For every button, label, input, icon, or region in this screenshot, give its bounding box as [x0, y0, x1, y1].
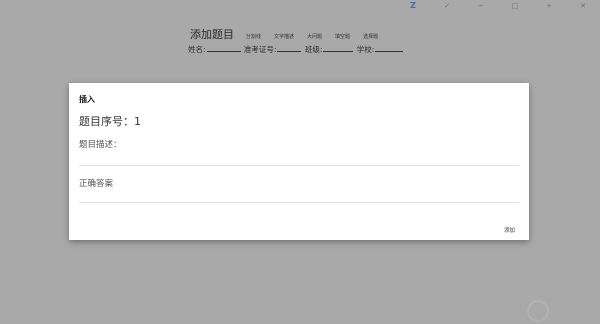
exam-header: 添加题目 分割线 文字描述 大问题 填空题 选择题: [190, 26, 391, 42]
check-icon[interactable]: ✓: [430, 0, 464, 12]
toolbar-big-question-button[interactable]: 大问题: [307, 33, 322, 40]
school-blank: [375, 44, 404, 52]
insert-question-dialog: 插入 题目序号：1 题目描述： 正确答案 添加: [69, 83, 529, 240]
exam-student-fields: 姓名: 准考证号: 班级: 学校:: [188, 44, 404, 55]
plus-icon[interactable]: +: [532, 0, 566, 12]
toolbar-divider-button[interactable]: 分割线: [246, 33, 261, 40]
class-label: 班级:: [304, 45, 323, 54]
school-label: 学校:: [356, 45, 375, 54]
toolbar-fill-blank-button[interactable]: 填空题: [335, 33, 350, 40]
class-blank: [323, 44, 354, 52]
name-blank: [206, 44, 241, 52]
question-number: 题目序号：1: [79, 115, 141, 128]
watermark-logo-icon: [527, 300, 549, 322]
name-label: 姓名:: [188, 45, 206, 54]
toolbar-text-description-button[interactable]: 文字描述: [274, 33, 294, 40]
exam-title: 添加题目: [190, 28, 234, 41]
close-icon[interactable]: ✕: [566, 0, 600, 12]
app-logo-icon: Z: [410, 1, 416, 10]
add-button[interactable]: 添加: [504, 226, 515, 234]
answer-input[interactable]: [79, 182, 519, 203]
maximize-icon[interactable]: □: [498, 0, 532, 12]
toolbar-multiple-choice-button[interactable]: 选择题: [363, 33, 378, 40]
dialog-title: 插入: [79, 95, 95, 104]
description-input[interactable]: [79, 145, 519, 166]
minimize-icon[interactable]: −: [464, 0, 498, 12]
exam-id-label: 准考证号:: [243, 45, 277, 54]
window-controls: Z ✓ − □ + ✕: [396, 0, 600, 12]
exam-id-blank: [277, 44, 302, 52]
